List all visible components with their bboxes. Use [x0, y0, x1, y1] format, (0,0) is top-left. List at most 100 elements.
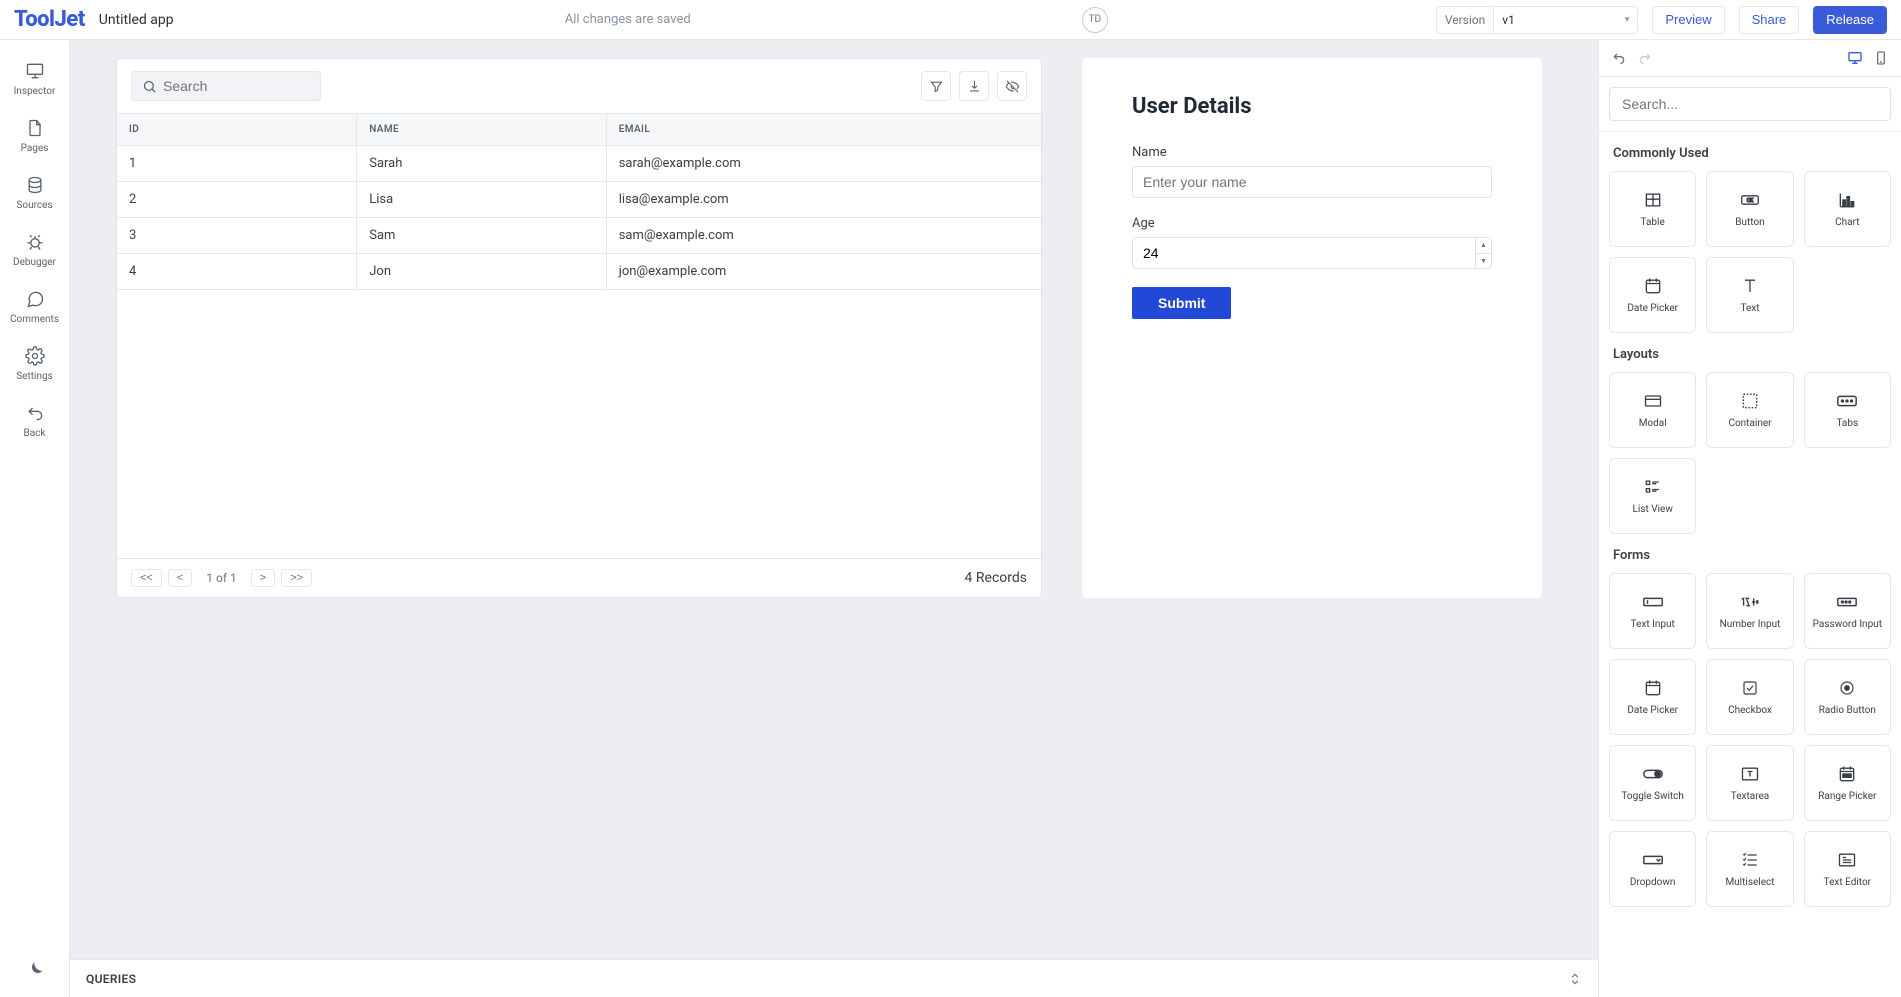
- component-item-textarea[interactable]: Textarea: [1706, 745, 1793, 821]
- th-name[interactable]: NAME: [357, 114, 606, 145]
- moon-icon: [24, 959, 46, 981]
- component-item-text[interactable]: Text: [1706, 257, 1793, 333]
- table-row[interactable]: 3 Sam sam@example.com: [117, 218, 1041, 254]
- mobile-view-button[interactable]: [1871, 48, 1891, 68]
- sidebar-item-pages[interactable]: Pages: [0, 107, 69, 164]
- number-stepper[interactable]: ▲ ▼: [1475, 238, 1491, 268]
- table-row[interactable]: 2 Lisa lisa@example.com: [117, 182, 1041, 218]
- name-input[interactable]: [1132, 166, 1492, 198]
- component-item-tabs[interactable]: Tabs: [1804, 372, 1891, 448]
- desktop-view-button[interactable]: [1845, 48, 1865, 68]
- component-item-dropdown[interactable]: Dropdown: [1609, 831, 1696, 907]
- version-value: v1: [1502, 13, 1515, 27]
- step-down-icon[interactable]: ▼: [1476, 254, 1491, 269]
- table-body: 1 Sarah sarah@example.com 2 Lisa lisa@ex…: [117, 146, 1041, 558]
- save-status: All changes are saved: [188, 12, 1068, 27]
- collapse-icon[interactable]: [1568, 972, 1582, 986]
- records-count: 4 Records: [965, 570, 1027, 586]
- component-item-text-input[interactable]: Text Input: [1609, 573, 1696, 649]
- component-item-table[interactable]: Table: [1609, 171, 1696, 247]
- component-item-checkbox[interactable]: Checkbox: [1706, 659, 1793, 735]
- queries-panel-header[interactable]: QUERIES: [70, 959, 1598, 997]
- component-item-password-input[interactable]: Password Input: [1804, 573, 1891, 649]
- share-button[interactable]: Share: [1739, 6, 1800, 34]
- container-icon: [1739, 390, 1761, 412]
- page-last-button[interactable]: >>: [281, 569, 312, 587]
- component-item-text-editor[interactable]: Text Editor: [1804, 831, 1891, 907]
- submit-button[interactable]: Submit: [1132, 287, 1231, 319]
- form-title: User Details: [1132, 94, 1492, 119]
- component-list: Commonly Used Table OKButton Chart Date …: [1599, 132, 1901, 997]
- table-search[interactable]: [131, 71, 321, 101]
- sidebar-item-label: Back: [24, 428, 46, 439]
- cell-email: sam@example.com: [607, 218, 1041, 253]
- release-button[interactable]: Release: [1813, 6, 1887, 34]
- th-id[interactable]: ID: [117, 114, 357, 145]
- component-item-date-picker-2[interactable]: Date Picker: [1609, 659, 1696, 735]
- undo-button[interactable]: [1609, 48, 1629, 68]
- version-switcher[interactable]: Version v1 ▾: [1436, 6, 1639, 34]
- redo-button[interactable]: [1635, 48, 1655, 68]
- component-item-button[interactable]: OKButton: [1706, 171, 1793, 247]
- version-select[interactable]: v1 ▾: [1502, 13, 1629, 27]
- cell-email: jon@example.com: [607, 254, 1041, 289]
- top-bar: ToolJet Untitled app All changes are sav…: [0, 0, 1901, 40]
- section-title-forms: Forms: [1613, 548, 1887, 563]
- component-item-list-view[interactable]: List View: [1609, 458, 1696, 534]
- version-label: Version: [1445, 7, 1494, 33]
- component-item-chart[interactable]: Chart: [1804, 171, 1891, 247]
- component-label: Radio Button: [1819, 705, 1876, 717]
- sidebar-item-settings[interactable]: Settings: [0, 335, 69, 392]
- component-search-input[interactable]: [1609, 87, 1891, 121]
- sidebar-item-comments[interactable]: Comments: [0, 278, 69, 335]
- button-icon: OK: [1739, 189, 1761, 211]
- table-row[interactable]: 1 Sarah sarah@example.com: [117, 146, 1041, 182]
- component-label: Toggle Switch: [1621, 791, 1684, 803]
- page-next-button[interactable]: >: [251, 569, 275, 587]
- list-icon: [1642, 476, 1664, 498]
- sidebar-item-back[interactable]: Back: [0, 392, 69, 449]
- component-item-container[interactable]: Container: [1706, 372, 1793, 448]
- bug-icon: [24, 231, 46, 253]
- sidebar-item-debugger[interactable]: Debugger: [0, 221, 69, 278]
- form-component[interactable]: User Details Name Age ▲ ▼ Submit: [1082, 58, 1542, 598]
- table-component[interactable]: ID NAME EMAIL 1 Sarah sarah@example.com …: [116, 58, 1042, 598]
- preview-button[interactable]: Preview: [1652, 6, 1724, 34]
- hide-columns-button[interactable]: [997, 71, 1027, 101]
- component-label: Date Picker: [1627, 303, 1678, 315]
- dropdown-icon: [1642, 849, 1664, 871]
- logo[interactable]: ToolJet: [14, 7, 85, 32]
- chevron-down-icon: ▾: [1625, 15, 1630, 25]
- th-email[interactable]: EMAIL: [607, 114, 1041, 145]
- component-label: Number Input: [1720, 619, 1781, 631]
- theme-toggle[interactable]: [0, 943, 69, 997]
- component-label: Password Input: [1813, 619, 1882, 631]
- component-item-date-picker[interactable]: Date Picker: [1609, 257, 1696, 333]
- component-item-modal[interactable]: Modal: [1609, 372, 1696, 448]
- step-up-icon[interactable]: ▲: [1476, 238, 1491, 254]
- download-button[interactable]: [959, 71, 989, 101]
- app-name[interactable]: Untitled app: [99, 12, 174, 28]
- page-first-button[interactable]: <<: [131, 569, 162, 587]
- page-prev-button[interactable]: <: [168, 569, 192, 587]
- age-input[interactable]: [1132, 237, 1492, 269]
- sidebar-item-inspector[interactable]: Inspector: [0, 50, 69, 107]
- sidebar-item-label: Comments: [10, 314, 59, 325]
- page-status: 1 of 1: [198, 571, 244, 585]
- sidebar-item-sources[interactable]: Sources: [0, 164, 69, 221]
- table-row[interactable]: 4 Jon jon@example.com: [117, 254, 1041, 290]
- component-item-radio-button[interactable]: Radio Button: [1804, 659, 1891, 735]
- avatar[interactable]: TD: [1082, 7, 1108, 33]
- component-label: Modal: [1639, 418, 1667, 430]
- component-item-toggle-switch[interactable]: Toggle Switch: [1609, 745, 1696, 821]
- component-item-multiselect[interactable]: Multiselect: [1706, 831, 1793, 907]
- component-item-number-input[interactable]: Number Input: [1706, 573, 1793, 649]
- component-label: Container: [1728, 418, 1771, 430]
- editor-canvas[interactable]: ID NAME EMAIL 1 Sarah sarah@example.com …: [70, 40, 1598, 959]
- filter-button[interactable]: [921, 71, 951, 101]
- table-search-input[interactable]: [163, 78, 344, 94]
- component-item-range-picker[interactable]: Range Picker: [1804, 745, 1891, 821]
- database-icon: [24, 174, 46, 196]
- component-label: List View: [1632, 504, 1672, 516]
- cell-name: Lisa: [357, 182, 606, 217]
